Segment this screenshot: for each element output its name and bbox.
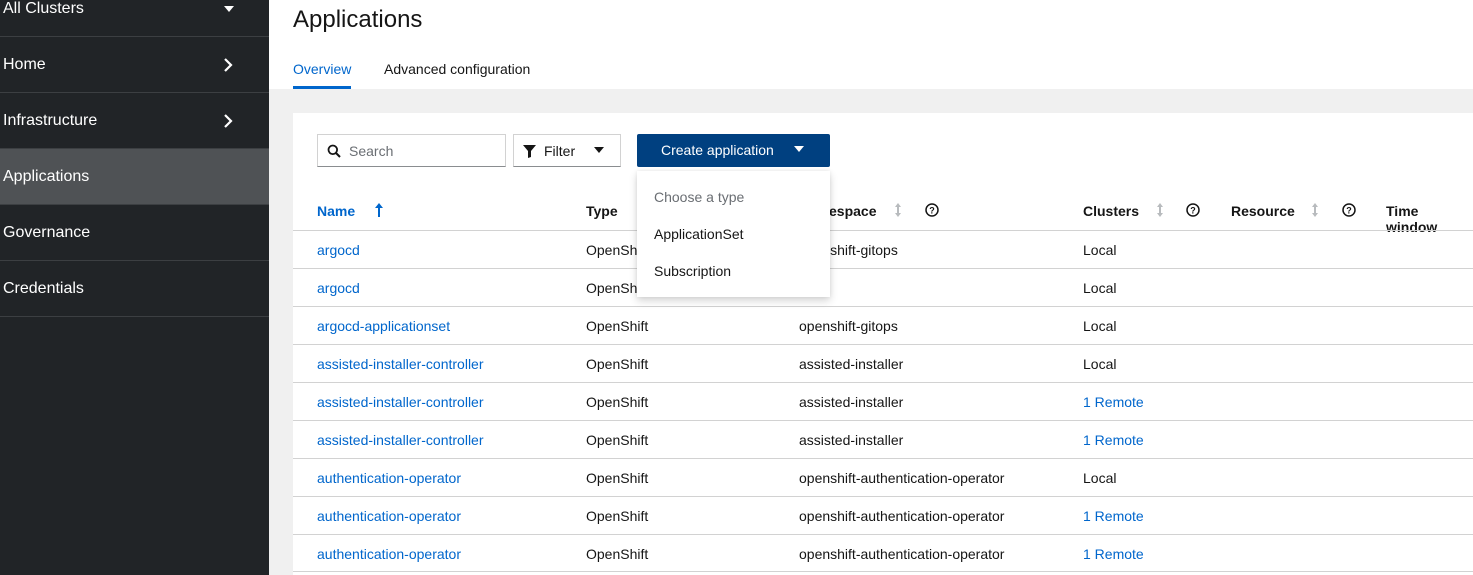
sidebar: All Clusters Home Infrastructure Applica… xyxy=(0,0,269,575)
svg-text:?: ? xyxy=(1346,206,1352,216)
sort-icon[interactable] xyxy=(1155,202,1165,218)
app-clusters-link[interactable]: 1 Remote xyxy=(1083,546,1144,562)
create-application-label: Create application xyxy=(661,142,774,158)
sidebar-item-governance[interactable]: Governance xyxy=(0,205,269,261)
app-namespace: openshift-authentication-operator xyxy=(799,470,1005,486)
sort-icon[interactable] xyxy=(1310,202,1320,218)
app-clusters-link[interactable]: 1 Remote xyxy=(1083,394,1144,410)
help-icon[interactable]: ? xyxy=(925,203,939,217)
create-application-menu: Choose a type ApplicationSet Subscriptio… xyxy=(637,171,830,297)
cluster-selector[interactable]: All Clusters xyxy=(0,0,269,37)
menu-item-subscription[interactable]: Subscription xyxy=(654,263,731,279)
app-clusters-link[interactable]: 1 Remote xyxy=(1083,432,1144,448)
page-header: Applications Overview Advanced configura… xyxy=(269,0,1473,89)
create-application-button[interactable]: Create application xyxy=(637,134,830,167)
app-name-link[interactable]: authentication-operator xyxy=(317,508,461,524)
column-header-name[interactable]: Name xyxy=(317,203,355,219)
help-icon[interactable]: ? xyxy=(1342,203,1356,217)
app-namespace: openshift-authentication-operator xyxy=(799,546,1005,562)
menu-group-title: Choose a type xyxy=(654,189,745,205)
app-name-link[interactable]: argocd-applicationset xyxy=(317,318,450,334)
app-namespace: openshift-authentication-operator xyxy=(799,508,1005,524)
app-name-link[interactable]: argocd xyxy=(317,242,360,258)
search-field[interactable] xyxy=(317,134,506,167)
table-row: argocd OpenShift Local xyxy=(293,268,1473,306)
sidebar-item-home[interactable]: Home xyxy=(0,37,269,93)
app-clusters: Local xyxy=(1083,280,1117,296)
sidebar-item-applications[interactable]: Applications xyxy=(0,149,269,205)
app-clusters: Local xyxy=(1083,470,1117,486)
app-name-link[interactable]: authentication-operator xyxy=(317,470,461,486)
column-header-resource[interactable]: Resource xyxy=(1231,203,1295,219)
page-title: Applications xyxy=(293,6,423,33)
app-clusters: Local xyxy=(1083,242,1117,258)
app-namespace: assisted-installer xyxy=(799,356,904,372)
app-name-link[interactable]: authentication-operator xyxy=(317,546,461,562)
tab-overview[interactable]: Overview xyxy=(293,61,352,89)
app-type: OpenShift xyxy=(586,470,649,486)
sidebar-item-credentials[interactable]: Credentials xyxy=(0,261,269,317)
table-row: argocd OpenShift openshift-gitops Local xyxy=(293,230,1473,268)
table-row: assisted-installer-controller OpenShift … xyxy=(293,420,1473,458)
search-icon xyxy=(327,144,341,158)
filter-label: Filter xyxy=(544,143,576,159)
app-type: OpenShift xyxy=(586,546,649,562)
app-namespace: openshift-gitops xyxy=(799,318,898,334)
column-header-namespace[interactable]: espace xyxy=(829,203,876,219)
table-row: assisted-installer-controller OpenShift … xyxy=(293,344,1473,382)
table-row: authentication-operator OpenShift opensh… xyxy=(293,458,1473,496)
app-name-link[interactable]: assisted-installer-controller xyxy=(317,356,484,372)
app-clusters: Local xyxy=(1083,356,1117,372)
svg-text:?: ? xyxy=(1190,206,1196,216)
help-icon[interactable]: ? xyxy=(1186,203,1200,217)
app-name-link[interactable]: argocd xyxy=(317,280,360,296)
chevron-right-icon xyxy=(224,57,233,72)
table-row: assisted-installer-controller OpenShift … xyxy=(293,382,1473,420)
chevron-right-icon xyxy=(224,113,233,128)
app-clusters-link[interactable]: 1 Remote xyxy=(1083,508,1144,524)
table-row: authentication-operator OpenShift opensh… xyxy=(293,534,1473,572)
app-namespace: assisted-installer xyxy=(799,432,904,448)
menu-item-applicationset[interactable]: ApplicationSet xyxy=(654,226,744,242)
column-header-type[interactable]: Type xyxy=(586,203,618,219)
app-name-link[interactable]: assisted-installer-controller xyxy=(317,394,484,410)
cluster-selector-label: All Clusters xyxy=(3,0,84,17)
column-header-clusters[interactable]: Clusters xyxy=(1083,203,1139,219)
caret-down-icon xyxy=(224,5,234,12)
caret-down-icon xyxy=(594,147,604,153)
app-namespace: assisted-installer xyxy=(799,394,904,410)
app-type: OpenShift xyxy=(586,318,649,334)
app-type: OpenShift xyxy=(586,356,649,372)
sidebar-item-label: Credentials xyxy=(3,279,84,297)
search-input[interactable] xyxy=(349,135,499,166)
tab-advanced-configuration[interactable]: Advanced configuration xyxy=(384,61,530,89)
sidebar-item-label: Governance xyxy=(3,223,91,241)
app-type: OpenShift xyxy=(586,508,649,524)
table-row: authentication-operator OpenShift opensh… xyxy=(293,496,1473,534)
sidebar-item-label: Applications xyxy=(3,167,90,185)
sidebar-item-infrastructure[interactable]: Infrastructure xyxy=(0,93,269,149)
sort-icon[interactable] xyxy=(893,202,903,218)
filter-dropdown[interactable]: Filter xyxy=(513,134,621,167)
filter-icon xyxy=(523,145,536,158)
sidebar-item-label: Home xyxy=(3,55,46,73)
app-type: OpenShift xyxy=(586,432,649,448)
caret-down-icon xyxy=(794,146,804,152)
app-name-link[interactable]: assisted-installer-controller xyxy=(317,432,484,448)
app-type: OpenShift xyxy=(586,394,649,410)
sort-ascending-icon[interactable] xyxy=(374,202,384,218)
svg-text:?: ? xyxy=(929,206,935,216)
sidebar-item-label: Infrastructure xyxy=(3,111,98,129)
app-clusters: Local xyxy=(1083,318,1117,334)
table-row: argocd-applicationset OpenShift openshif… xyxy=(293,306,1473,344)
